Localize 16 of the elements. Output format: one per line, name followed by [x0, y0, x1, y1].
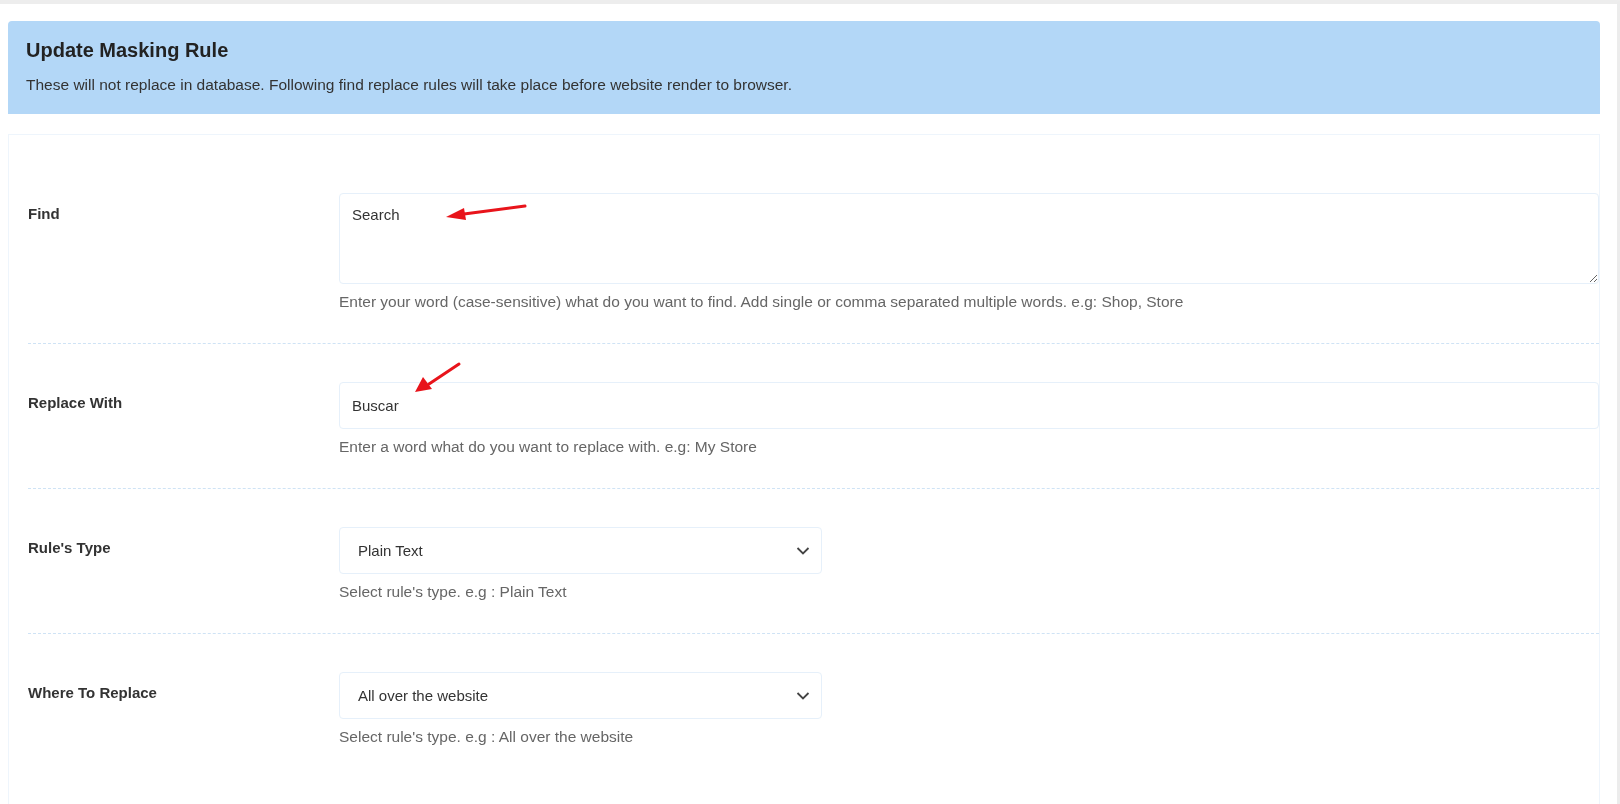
help-text: Select rule's type. e.g : All over the website — [339, 728, 634, 746]
help-text: Select rule's type. e.g : Plain Text — [339, 583, 567, 601]
help-text: Enter a word what do you want to replace with. e.g: My Store — [339, 438, 757, 456]
page-description: These will not replace in database. Following find replace rules will take place before website render to browser. — [26, 76, 793, 94]
page-title: Update Masking Rule — [26, 39, 230, 62]
field-label: Rule's Type — [28, 538, 111, 558]
dropdown-field[interactable]: All over the website — [339, 672, 822, 719]
field-label: Find — [28, 204, 60, 224]
textarea-field[interactable]: Search — [339, 193, 1599, 284]
chevron-down-icon — [796, 690, 810, 701]
help-text: Enter your word (case-sensitive) what do you want to find. Add single or comma separated multiple words. e.g: Shop, Store — [339, 293, 1184, 311]
field-label: Replace With — [28, 393, 123, 413]
field-label: Where To Replace — [28, 683, 157, 703]
input-field[interactable]: Buscar — [339, 382, 1599, 429]
dropdown-field[interactable]: Plain Text — [339, 527, 822, 574]
chevron-down-icon — [796, 545, 810, 556]
